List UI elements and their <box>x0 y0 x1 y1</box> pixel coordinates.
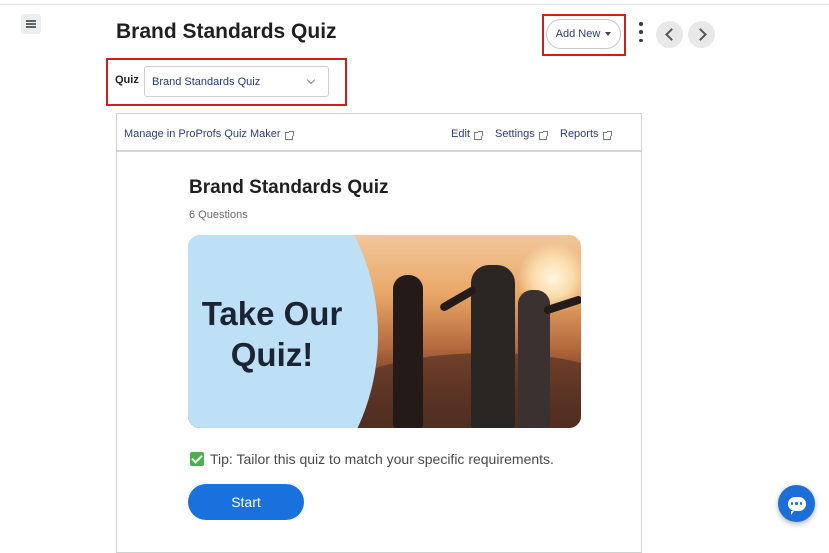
check-mark-icon <box>190 452 204 466</box>
settings-link[interactable]: Settings <box>495 128 548 140</box>
external-link-icon <box>284 130 294 140</box>
hamburger-menu-icon[interactable] <box>21 14 41 34</box>
chat-button[interactable] <box>778 485 815 522</box>
chat-bubble-icon <box>787 496 806 515</box>
chevron-left-icon <box>664 28 678 41</box>
banner-line-1: Take Our <box>201 295 343 332</box>
banner-line-2: Quiz! <box>230 336 314 373</box>
edit-link[interactable]: Edit <box>451 128 483 140</box>
reports-link-label: Reports <box>560 128 599 140</box>
add-new-button[interactable]: Add New <box>546 19 621 49</box>
quiz-label: Quiz <box>115 74 139 86</box>
quiz-select-value: Brand Standards Quiz <box>152 75 261 88</box>
add-new-label: Add New <box>555 28 601 40</box>
quiz-panel: Manage in ProProfs Quiz Maker Edit Setti… <box>116 113 642 553</box>
start-button[interactable]: Start <box>188 484 304 520</box>
page-title: Brand Standards Quiz <box>116 20 337 43</box>
quiz-select[interactable]: Brand Standards Quiz <box>144 66 329 97</box>
reports-link[interactable]: Reports <box>560 128 612 140</box>
quiz-title: Brand Standards Quiz <box>189 177 389 198</box>
chevron-down-icon <box>306 75 316 85</box>
settings-link-label: Settings <box>495 128 535 140</box>
banner-text: Take Our Quiz! <box>188 293 356 375</box>
next-button[interactable] <box>688 21 715 48</box>
external-link-icon <box>538 130 548 140</box>
manage-link-label: Manage in ProProfs Quiz Maker <box>124 128 281 140</box>
tip-text: Tip: Tailor this quiz to match your spec… <box>210 451 554 467</box>
external-link-icon <box>602 130 612 140</box>
caret-down-icon <box>605 32 612 36</box>
panel-toolbar: Manage in ProProfs Quiz Maker Edit Setti… <box>117 114 641 152</box>
external-link-icon <box>473 130 483 140</box>
question-count: 6 Questions <box>189 209 248 221</box>
chevron-right-icon <box>693 28 707 41</box>
quiz-banner-image: Take Our Quiz! <box>188 235 581 428</box>
edit-link-label: Edit <box>451 128 470 140</box>
top-divider <box>0 4 829 5</box>
more-vertical-icon[interactable] <box>637 22 645 42</box>
manage-in-proprofs-link[interactable]: Manage in ProProfs Quiz Maker <box>124 128 294 140</box>
person-silhouette <box>393 275 423 428</box>
person-silhouette <box>471 265 515 428</box>
previous-button[interactable] <box>656 21 683 48</box>
tip-row: Tip: Tailor this quiz to match your spec… <box>190 451 554 467</box>
